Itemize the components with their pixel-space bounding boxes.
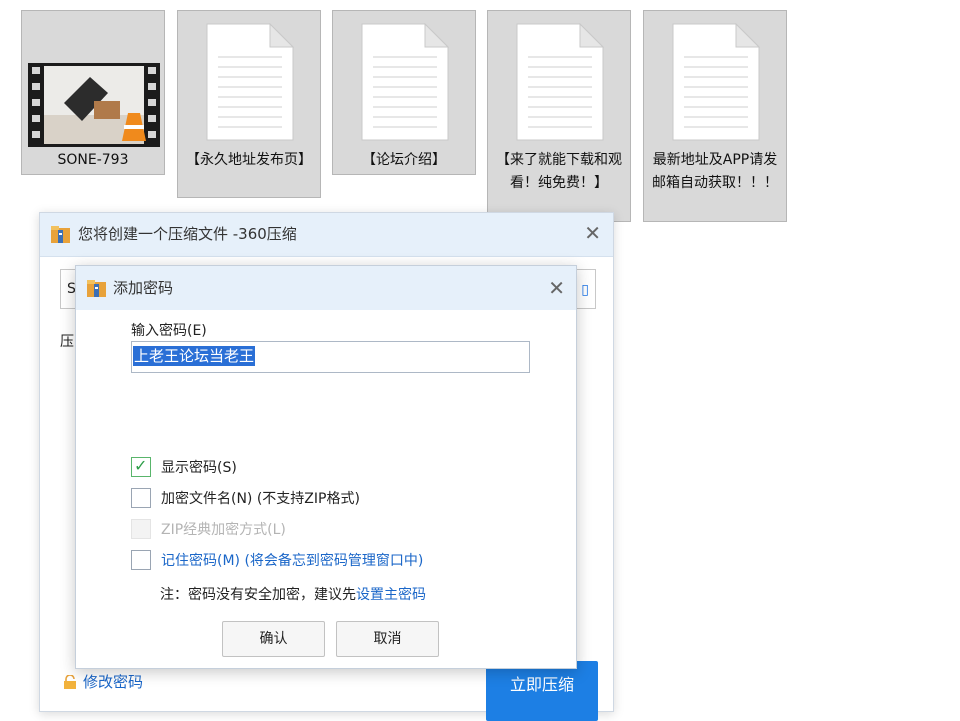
folder-icon[interactable]: ▯ (581, 282, 589, 298)
file-label: 最新地址及APP请发邮箱自动获取！！！ (652, 152, 778, 191)
modify-password-label: 修改密码 (83, 673, 144, 691)
file-label: SONE-793 (57, 152, 129, 168)
remember-password-label: 记住密码(M) (将会备忘到密码管理窗口中) (161, 553, 424, 569)
archive-app-icon (51, 226, 70, 243)
show-password-label: 显示密码(S) (161, 460, 237, 476)
file-tile-document[interactable]: 【来了就能下载和观看！纯免费！】 (487, 10, 631, 222)
video-file-icon (28, 63, 160, 147)
encrypt-filename-checkbox[interactable] (131, 488, 151, 508)
file-tile-document[interactable]: 最新地址及APP请发邮箱自动获取！！！ (643, 10, 787, 222)
file-tile-video[interactable]: SONE-793 (21, 10, 165, 175)
security-note-text: 注：密码没有安全加密，建议先 (160, 587, 356, 603)
dialog-title-bar[interactable]: 添加密码 ✕ (76, 266, 576, 310)
modify-password-link[interactable]: 修改密码 (63, 671, 143, 692)
file-label: 【永久地址发布页】 (186, 152, 312, 168)
password-input[interactable]: 上老王论坛当老王 (131, 341, 530, 373)
password-value: 上老王论坛当老王 (133, 346, 256, 366)
encrypt-filename-label: 加密文件名(N) (不支持ZIP格式) (161, 491, 360, 507)
document-file-icon (672, 23, 760, 141)
add-password-dialog: 添加密码 ✕ 输入密码(E) 上老王论坛当老王 ✓ 显示密码(S) 加密文件名(… (75, 265, 577, 669)
security-note: 注：密码没有安全加密，建议先设置主密码 (160, 584, 426, 604)
set-master-password-link[interactable]: 设置主密码 (356, 587, 426, 603)
document-file-icon (516, 23, 604, 141)
compress-now-button[interactable]: 立即压缩 (486, 661, 598, 721)
close-icon[interactable]: ✕ (548, 278, 565, 298)
password-label: 输入密码(E) (131, 323, 207, 339)
check-icon: ✓ (134, 456, 148, 475)
dialog-title-bar[interactable]: 您将创建一个压缩文件 -360压缩 ✕ (40, 213, 613, 257)
cancel-button[interactable]: 取消 (336, 621, 439, 657)
archive-app-icon (87, 280, 106, 297)
document-file-icon (361, 23, 449, 141)
file-tile-document[interactable]: 【永久地址发布页】 (177, 10, 321, 198)
document-file-icon (206, 23, 294, 141)
file-label: 【来了就能下载和观看！纯免费！】 (496, 152, 622, 191)
lock-icon (64, 675, 76, 689)
zip-classic-encryption-label: ZIP经典加密方式(L) (161, 522, 286, 538)
file-tile-document[interactable]: 【论坛介绍】 (332, 10, 476, 175)
close-icon[interactable]: ✕ (584, 223, 601, 243)
zip-classic-encryption-checkbox (131, 519, 151, 539)
show-password-checkbox[interactable]: ✓ (131, 456, 151, 477)
compress-label: 压 (60, 334, 74, 350)
remember-password-checkbox[interactable] (131, 550, 151, 570)
dialog-title: 您将创建一个压缩文件 -360压缩 (78, 225, 297, 243)
dialog-title: 添加密码 (113, 279, 174, 297)
file-label: 【论坛介绍】 (362, 152, 446, 168)
confirm-button[interactable]: 确认 (222, 621, 325, 657)
